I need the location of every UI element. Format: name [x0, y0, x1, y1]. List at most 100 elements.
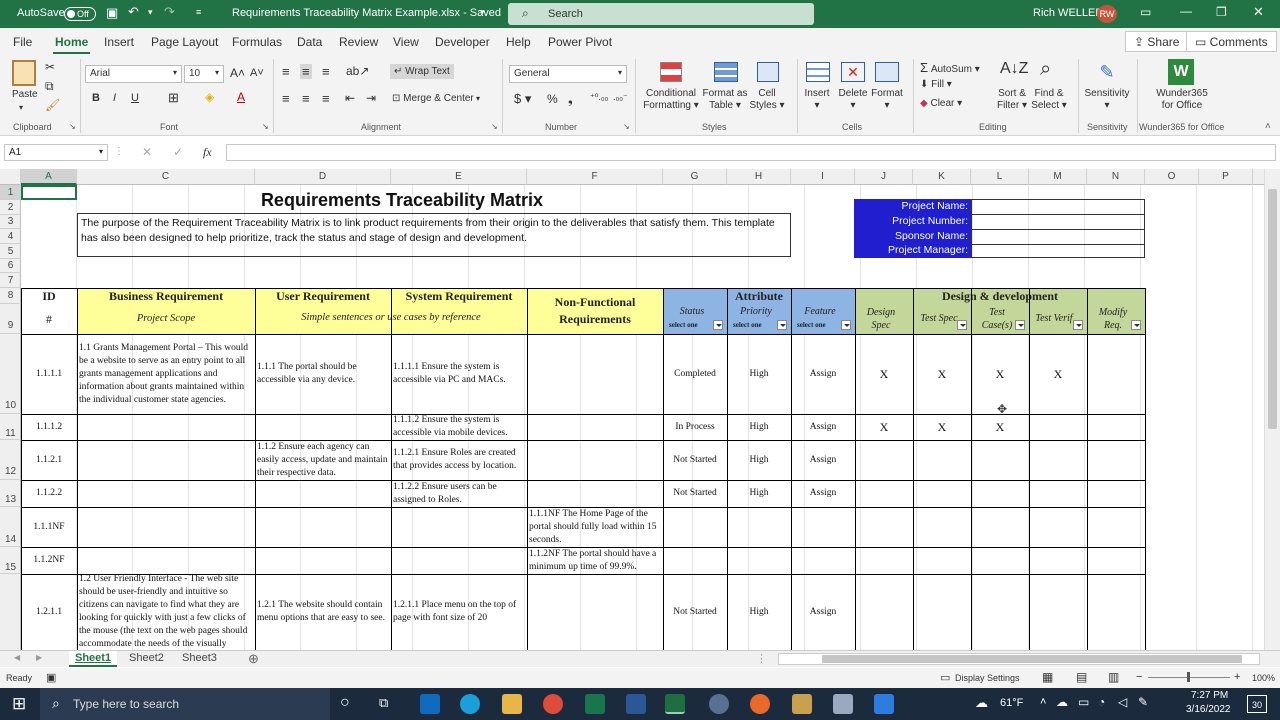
cell-test-cases[interactable] — [973, 548, 1027, 573]
column-header[interactable]: G — [663, 169, 727, 185]
notification-badge[interactable]: 30 — [1247, 695, 1267, 713]
paste-button[interactable]: Paste — [12, 89, 38, 100]
file-name[interactable]: Requirements Traceability Matrix Example… — [232, 7, 501, 19]
weather-icon[interactable]: ☁ — [975, 695, 988, 711]
cell-priority[interactable]: High — [729, 481, 789, 506]
cell-modify-req[interactable] — [1089, 441, 1143, 479]
italic-icon[interactable]: I — [113, 92, 116, 104]
next-sheet-icon[interactable]: ▶ — [36, 653, 42, 662]
cell-status[interactable]: Completed — [665, 335, 725, 413]
cell-test-cases[interactable]: X — [973, 415, 1027, 439]
search-box[interactable]: ⌕ Search — [508, 3, 814, 25]
excel-icon[interactable] — [665, 694, 685, 714]
tray-chevron-icon[interactable]: ˄ — [1040, 696, 1046, 708]
cell-design-spec[interactable] — [857, 441, 911, 479]
column-header[interactable]: H — [727, 169, 791, 185]
undo-dropdown-icon[interactable]: ▾ — [148, 7, 153, 18]
cell-priority[interactable] — [729, 548, 789, 573]
find-select-button[interactable]: Find & Select ▾ — [1029, 88, 1069, 112]
chrome-icon[interactable] — [543, 694, 563, 714]
cancel-icon[interactable]: ✕ — [142, 145, 152, 159]
tab-home[interactable]: Home — [52, 35, 91, 54]
undo-icon[interactable]: ↶ — [128, 4, 139, 20]
cell-test-cases[interactable] — [973, 481, 1027, 506]
cell-business[interactable] — [79, 548, 253, 573]
format-painter-icon[interactable]: 🖌 — [45, 98, 60, 112]
cell-test-spec[interactable] — [915, 508, 969, 546]
tab-file[interactable]: File — [13, 35, 32, 49]
fill-color-icon[interactable]: ◈ — [205, 90, 214, 104]
format-as-table-button[interactable]: Format as Table ▾ — [700, 88, 750, 112]
cell-id[interactable]: 1.1.1.2 — [23, 415, 75, 439]
cell-user[interactable] — [257, 415, 389, 439]
cell-business[interactable] — [79, 508, 253, 546]
cell-status[interactable]: Not Started — [665, 441, 725, 479]
select-all-corner[interactable] — [0, 169, 21, 185]
column-header[interactable]: F — [527, 169, 663, 185]
cell-nonfunc[interactable] — [529, 481, 661, 506]
cell-status[interactable]: In Process — [665, 415, 725, 439]
percent-icon[interactable]: % — [547, 92, 558, 106]
cell-nonfunc[interactable] — [529, 415, 661, 439]
cell-test-cases[interactable] — [973, 441, 1027, 479]
ribbon-display-icon[interactable]: ▭ — [1140, 5, 1151, 19]
cell-feature[interactable] — [793, 548, 853, 573]
column-header[interactable]: C — [77, 169, 255, 185]
increase-indent-icon[interactable]: ⇥ — [366, 91, 376, 105]
tab-view[interactable]: View — [393, 35, 419, 49]
zoom-app-icon[interactable] — [874, 694, 894, 714]
tab-developer[interactable]: Developer — [435, 35, 490, 49]
cell-status[interactable]: Not Started — [665, 575, 725, 649]
user-name[interactable]: Rich WELLER — [1033, 7, 1103, 19]
test-verif-filter-icon[interactable] — [1073, 320, 1083, 330]
cell-user[interactable]: 1.1.1 The portal should be accessible vi… — [257, 335, 389, 413]
sort-filter-button[interactable]: Sort & Filter ▾ — [993, 88, 1031, 112]
tab-help[interactable]: Help — [506, 35, 531, 49]
feature-filter-icon[interactable] — [841, 320, 851, 330]
bold-icon[interactable]: B — [92, 92, 100, 104]
align-right-icon[interactable]: ≡ — [322, 91, 330, 106]
project-values[interactable] — [971, 199, 1145, 258]
row-header[interactable]: 13 — [0, 480, 21, 507]
paste-icon[interactable] — [12, 60, 36, 86]
merge-center-button[interactable]: ⊡ Merge & Center ▾ — [392, 93, 480, 104]
cell-user[interactable]: 1.1.2 Ensure each agency can easily acce… — [257, 441, 389, 479]
clear-button[interactable]: ◆ Clear ▾ — [920, 98, 962, 109]
add-sheet-icon[interactable]: ⊕ — [248, 651, 259, 667]
horizontal-scroll-thumb[interactable] — [822, 655, 1242, 663]
cell-modify-req[interactable] — [1089, 508, 1143, 546]
insert-cells-button[interactable]: Insert ▾ — [800, 88, 834, 112]
tab-splitter-icon[interactable]: ⋮ — [756, 652, 767, 665]
pen-icon[interactable]: ✎ — [1138, 695, 1148, 709]
font-name-dropdown[interactable]: Arial ▾ — [85, 65, 182, 83]
column-header[interactable]: K — [913, 169, 971, 185]
cell-business[interactable]: 1.1 Grants Management Portal – This woul… — [79, 335, 253, 413]
formula-input[interactable] — [226, 144, 1276, 161]
row-header[interactable]: 14 — [0, 507, 21, 547]
clock-time[interactable]: 7:27 PM — [1191, 690, 1228, 701]
increase-decimal-icon[interactable]: ⁺⁰.₀₀ — [590, 92, 608, 103]
row-header[interactable]: 12 — [0, 440, 21, 480]
cell-system[interactable]: 1.1.1.2 Ensure the system is accessible … — [393, 415, 525, 439]
row-header[interactable]: 11 — [0, 414, 21, 440]
decrease-indent-icon[interactable]: ⇤ — [345, 91, 355, 105]
firefox-icon[interactable] — [750, 694, 770, 714]
delete-cells-button[interactable]: Delete ▾ — [834, 88, 872, 112]
fill-button[interactable]: ⬇ Fill ▾ — [920, 79, 952, 90]
cell-test-cases[interactable] — [973, 575, 1027, 649]
column-header[interactable]: P — [1199, 169, 1253, 185]
cell-priority[interactable] — [729, 508, 789, 546]
cell-priority[interactable]: High — [729, 415, 789, 439]
cell-system[interactable]: 1.1.2.2 Ensure users can be assigned to … — [393, 481, 525, 506]
cell-system[interactable]: 1.2.1.1 Place menu on the top of page wi… — [393, 575, 525, 649]
top-align-icon[interactable]: ≡ — [282, 64, 290, 79]
taskbar-search[interactable]: ⌕ Type here to search — [40, 688, 330, 720]
column-header[interactable]: I — [791, 169, 855, 185]
underline-icon[interactable]: U — [131, 92, 139, 104]
cell-test-verif[interactable] — [1031, 481, 1085, 506]
row-header[interactable]: 1 — [0, 185, 21, 200]
number-format-dropdown[interactable]: General ▾ — [509, 65, 627, 83]
prev-sheet-icon[interactable]: ◀ — [14, 653, 20, 662]
display-settings[interactable]: Display Settings — [955, 673, 1020, 683]
cell-feature[interactable]: Assign — [793, 441, 853, 479]
